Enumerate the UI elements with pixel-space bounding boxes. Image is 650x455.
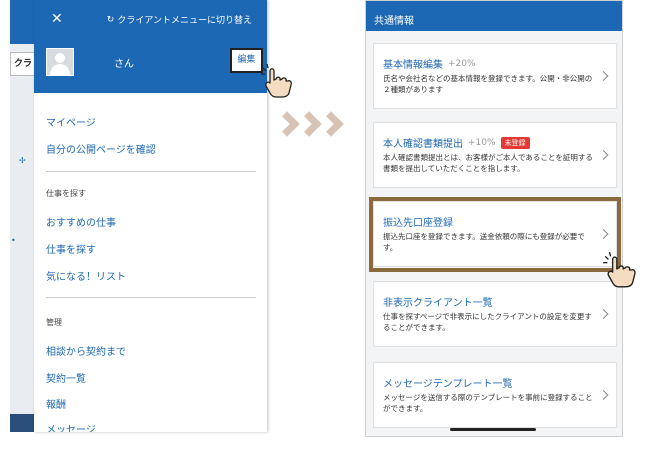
pointer-hand-icon	[261, 63, 292, 98]
card-title: 本人確認書類提出	[383, 139, 463, 150]
section-label-find: 仕事を探す	[46, 189, 86, 198]
switch-client-menu-link[interactable]: ↻ クライアントメニューに切り替え	[106, 13, 252, 27]
menu-item-find-jobs[interactable]: 仕事を探す	[46, 241, 96, 256]
background-app-header	[10, 0, 36, 44]
chevron-right-icon	[598, 150, 609, 160]
card-hidden-clients[interactable]: 非表示クライアント一覧 仕事を探すページで非表示にしたクライアントの設定を変更す…	[373, 281, 617, 347]
chevron-right-icon	[598, 229, 609, 239]
divider	[46, 171, 256, 172]
card-description: 本人確認書類提出とは、お客様がご本人であることを証明する書類を提出していただくこ…	[383, 153, 593, 173]
divider	[46, 297, 256, 298]
card-description: 仕事を探すページで非表示にしたクライアントの設定を変更することができます。	[383, 312, 592, 332]
home-indicator	[450, 428, 536, 431]
chevron-right-icon	[598, 71, 609, 81]
section-header: 共通情報	[366, 1, 622, 31]
menu-item-messages[interactable]: メッセージ	[46, 421, 96, 432]
settings-screen: 共通情報 基本情報編集 +20% 氏名や会社名などの基本情報を登録できます。公開・…	[365, 0, 623, 437]
user-name: さん	[114, 59, 134, 70]
card-percent: +20%	[448, 58, 476, 69]
menu-item-public-page[interactable]: 自分の公開ページを確認	[46, 141, 156, 156]
card-title: 非表示クライアント一覧	[383, 298, 493, 309]
card-description: 氏名や会社名などの基本情報を登録できます。公開・非公開の２種類があります	[383, 74, 593, 94]
menu-item-contracts[interactable]: 契約一覧	[46, 370, 86, 385]
section-label-manage: 管理	[46, 318, 62, 327]
background-app-footer	[10, 414, 36, 432]
avatar	[46, 48, 74, 76]
chevron-right-icon	[598, 309, 609, 319]
menu-item-favorites[interactable]: 気になる！リスト	[46, 268, 126, 283]
background-app: クラ ✢ •	[10, 0, 36, 432]
refresh-icon: ↻	[106, 14, 115, 25]
switch-client-menu-label: クライアントメニューに切り替え	[117, 16, 252, 26]
background-app-tab[interactable]: クラ	[10, 52, 36, 76]
pointer-hand-icon	[603, 251, 636, 288]
menu-item-mypage[interactable]: マイページ	[46, 114, 96, 129]
menu-item-recommended[interactable]: おすすめの仕事	[46, 214, 116, 229]
card-description: メッセージを送信する際のテンプレートを事前に登録することができます。	[383, 393, 593, 413]
card-bank-account[interactable]: 振込先口座登録 振込先口座を登録できます。送金依頼の際にも登録が必要です。	[373, 201, 617, 267]
card-title: メッセージテンプレート一覧	[383, 379, 513, 390]
drawer-header: ✕ ↻ クライアントメニューに切り替え さん 編集	[34, 0, 267, 93]
status-badge: 未登録	[500, 136, 530, 149]
side-drawer: ✕ ↻ クライアントメニューに切り替え さん 編集 マイページ 自分の公開ページ…	[34, 0, 267, 432]
dot-icon: •	[11, 236, 16, 245]
card-title: 振込先口座登録	[383, 218, 453, 229]
menu-item-consult[interactable]: 相談から契約まで	[46, 343, 126, 358]
close-icon[interactable]: ✕	[51, 11, 63, 27]
card-title: 基本情報編集	[383, 60, 443, 71]
sparkle-icon: ✢	[19, 156, 26, 165]
card-percent: +10%	[468, 137, 496, 148]
card-identity-docs[interactable]: 本人確認書類提出 +10% 未登録 本人確認書類提出とは、お客様がご本人であることを…	[373, 122, 617, 188]
card-description: 振込先口座を登録できます。送金依頼の際にも登録が必要です。	[383, 232, 585, 252]
chevron-right-icon	[318, 111, 344, 137]
card-message-templates[interactable]: メッセージテンプレート一覧 メッセージを送信する際のテンプレートを事前に登録する…	[373, 362, 617, 428]
card-basic-info[interactable]: 基本情報編集 +20% 氏名や会社名などの基本情報を登録できます。公開・非公開の２…	[373, 43, 617, 109]
chevron-right-icon	[598, 390, 609, 400]
menu-item-rewards[interactable]: 報酬	[46, 396, 66, 411]
